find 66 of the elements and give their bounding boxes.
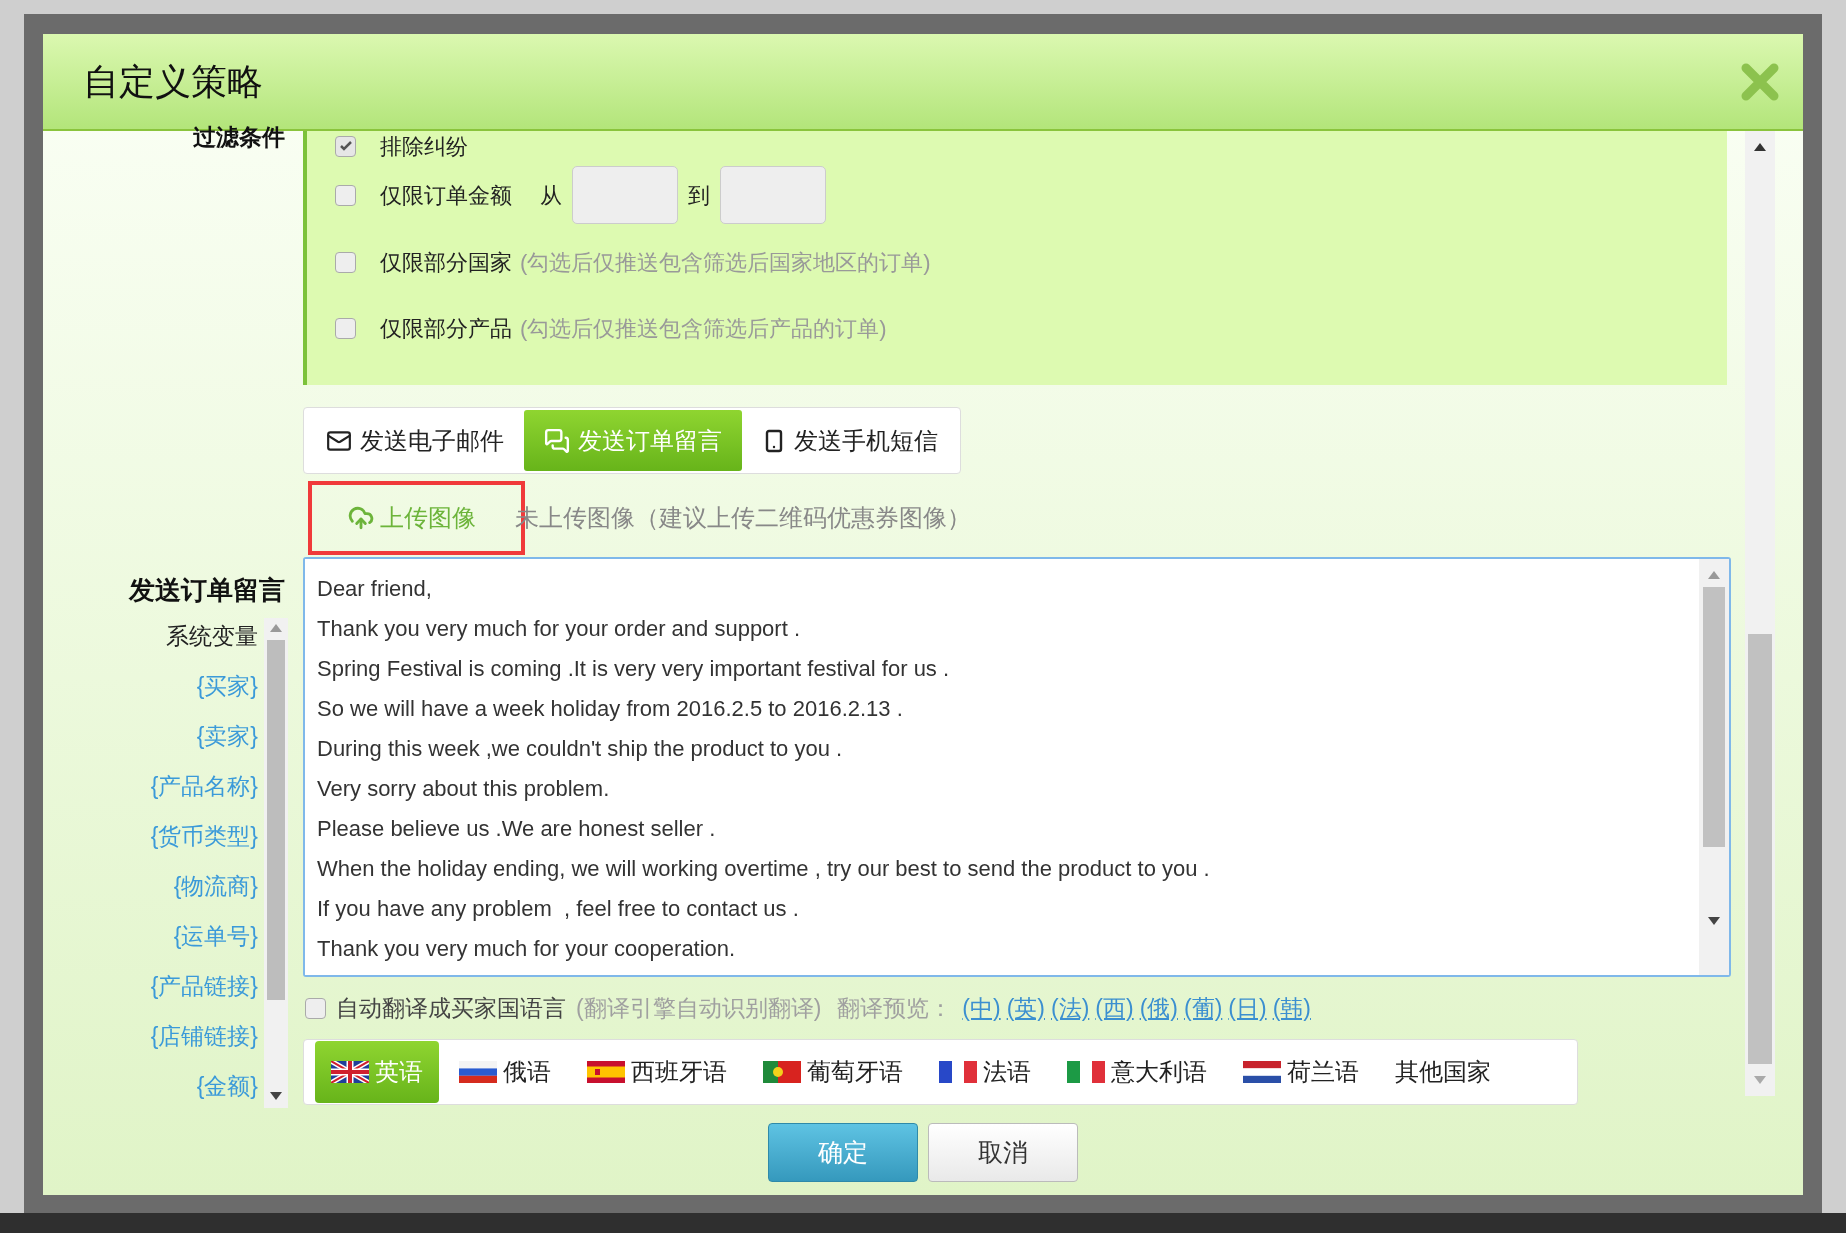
- message-field[interactable]: Dear friend, Thank you very much for your order and support . Spring Festival is coming .It is very very important festival for us . So we will have a week holiday from 2016.2.5 to 2016.2.13 . During this week ,we couldn't ship the product to you . Very sorry about this problem. Please believe us .We are honest seller . When the holiday ending, we will working overtime , try our best to send the product to you . If you have any problem , feel free to contact us . Thank you very much for your cooperation.: [303, 557, 1731, 977]
- scrollbar[interactable]: [1745, 131, 1775, 1096]
- preview-link[interactable]: (俄): [1139, 990, 1178, 1026]
- russia-flag-icon: [459, 1061, 497, 1083]
- preview-link[interactable]: (葡): [1183, 990, 1223, 1026]
- scroll-up-icon: [270, 624, 282, 632]
- variables-title: 系统变量: [166, 622, 258, 651]
- scroll-down-icon: [1708, 917, 1720, 925]
- uk-flag-icon: [331, 1061, 369, 1083]
- dialog-title: 自定义策略: [83, 59, 263, 104]
- filter-label: 排除纠纷: [380, 132, 468, 161]
- filter-label: 仅限部分国家: [380, 248, 512, 277]
- amount-from-field[interactable]: [572, 166, 678, 224]
- preview-link[interactable]: (韩): [1272, 990, 1311, 1026]
- scrollbar[interactable]: [1699, 559, 1729, 975]
- italy-flag-icon: [1067, 1061, 1105, 1083]
- checkbox[interactable]: [335, 317, 356, 339]
- chat-bubbles-icon: [544, 427, 570, 454]
- to-label: 到: [688, 181, 710, 210]
- close-icon: [1741, 62, 1779, 101]
- france-flag-icon: [939, 1061, 977, 1083]
- upload-image-button[interactable]: 上传图像: [348, 500, 476, 536]
- scroll-up-icon: [1754, 143, 1766, 151]
- checkbox[interactable]: [335, 251, 356, 273]
- amount-to-field[interactable]: [720, 166, 826, 224]
- variable-link[interactable]: {买家}: [196, 668, 258, 704]
- variable-link[interactable]: {金额}: [196, 1068, 258, 1104]
- variable-link[interactable]: {运单号}: [173, 918, 258, 954]
- scrollbar[interactable]: [264, 618, 288, 1108]
- filter-label: 仅限订单金额: [380, 181, 512, 210]
- preview-link[interactable]: (英): [1006, 990, 1045, 1026]
- filter-hint: (勾选后仅推送包含筛选后国家地区的订单): [520, 248, 931, 277]
- variable-link[interactable]: {货币类型}: [150, 818, 258, 854]
- variable-link[interactable]: {产品名称}: [150, 768, 258, 804]
- checkbox[interactable]: [335, 184, 356, 206]
- filter-label: 仅限部分产品: [380, 314, 512, 343]
- variable-link[interactable]: {产品链接}: [150, 968, 258, 1004]
- preview-link[interactable]: (中): [962, 990, 1001, 1026]
- language-tab[interactable]: 英语: [315, 1041, 439, 1103]
- variable-link[interactable]: {物流商}: [173, 868, 258, 904]
- portugal-flag-icon: [763, 1061, 801, 1083]
- from-label: 从: [540, 181, 562, 210]
- netherlands-flag-icon: [1243, 1061, 1281, 1083]
- scroll-down-icon: [1754, 1076, 1766, 1084]
- preview-link[interactable]: (日): [1228, 990, 1267, 1026]
- checkbox[interactable]: [305, 997, 326, 1019]
- confirm-button[interactable]: 确定: [768, 1123, 918, 1182]
- filter-section-label: 过滤条件: [193, 125, 285, 152]
- translate-hint: (翻译引擎自动识别翻译): [576, 993, 822, 1023]
- send-method-tab[interactable]: 发送订单留言: [524, 410, 742, 471]
- preview-link[interactable]: (法): [1051, 990, 1090, 1026]
- variable-link[interactable]: {卖家}: [196, 718, 258, 754]
- translate-preview-label: 翻译预览：: [837, 993, 953, 1023]
- close-button[interactable]: [1740, 61, 1780, 102]
- variable-link[interactable]: {店铺链接}: [150, 1018, 258, 1054]
- scroll-down-icon: [270, 1092, 282, 1100]
- scroll-up-icon: [1708, 571, 1720, 579]
- translate-label: 自动翻译成买家国语言: [336, 993, 566, 1023]
- cancel-button[interactable]: 取消: [928, 1123, 1078, 1182]
- cloud-upload-icon: [348, 505, 374, 531]
- checkbox[interactable]: [335, 135, 356, 157]
- spain-flag-icon: [587, 1061, 625, 1083]
- message-section-label: 发送订单留言: [129, 574, 285, 607]
- filter-hint: (勾选后仅推送包含筛选后产品的订单): [520, 314, 887, 343]
- preview-link[interactable]: (西): [1095, 990, 1134, 1026]
- check-icon: [339, 141, 352, 151]
